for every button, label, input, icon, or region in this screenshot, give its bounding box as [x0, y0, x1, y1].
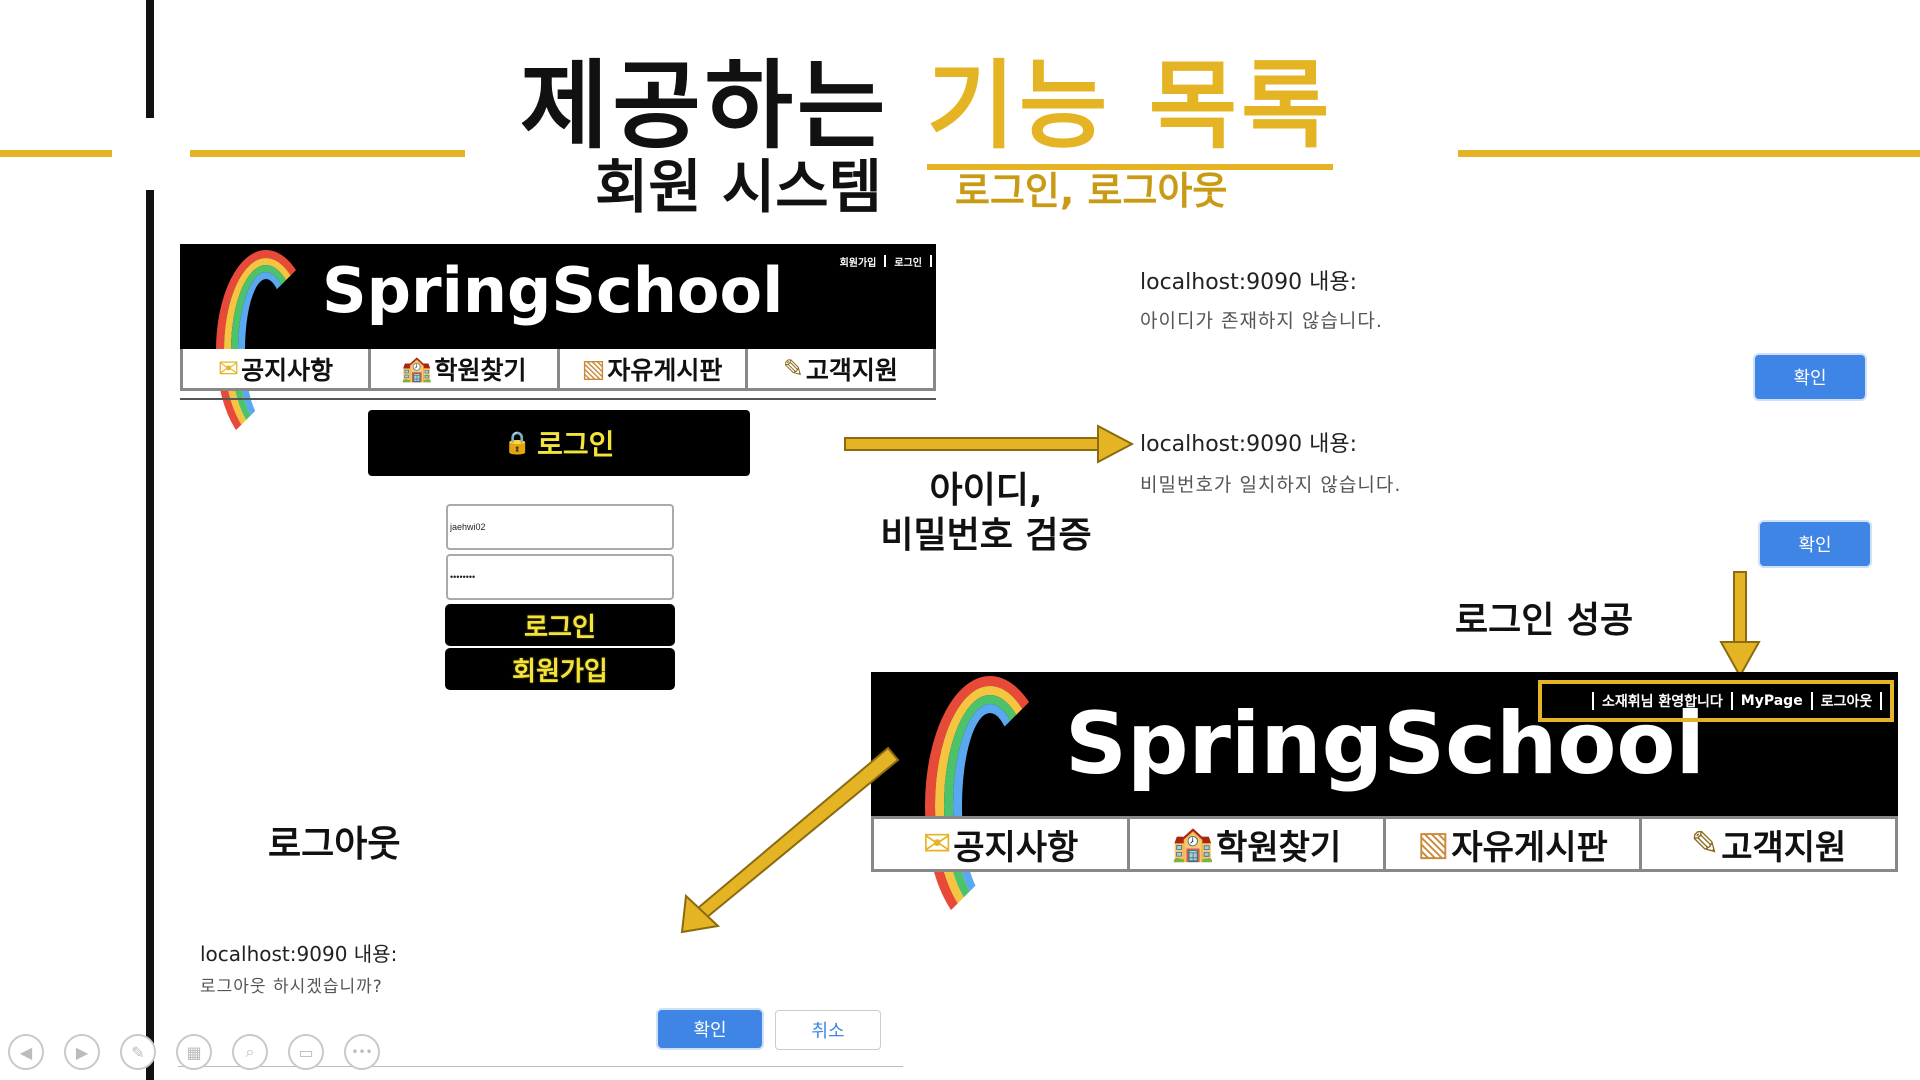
nav-underline-small [180, 398, 936, 400]
more-icon[interactable]: ••• [344, 1034, 380, 1070]
left-vertical-rule-bottom [146, 190, 154, 1080]
dialog-logout-cancel-button[interactable]: 취소 [775, 1010, 881, 1050]
envelope-icon: ✉ [218, 354, 240, 383]
nav-notice-large[interactable]: ✉ 공지사항 [874, 819, 1130, 869]
password-input[interactable] [446, 554, 674, 600]
support-icon: ✎ [1690, 824, 1720, 864]
lock-icon: 🔒 [503, 430, 532, 456]
dialog-bad-pw-message: 비밀번호가 일치하지 않습니다. [1140, 474, 1402, 496]
arrow-to-verify [844, 424, 1135, 464]
nav-notice[interactable]: ✉ 공지사항 [183, 349, 372, 388]
verify-label-line1: 아이디, [929, 470, 1043, 511]
nav-support[interactable]: ✎ 고객지원 [748, 349, 933, 388]
support-icon: ✎ [782, 354, 804, 383]
dialog-no-id-message: 아이디가 존재하지 않습니다. [1140, 310, 1383, 332]
id-input[interactable] [446, 504, 674, 550]
dialog-logout-ok-button[interactable]: 확인 [658, 1010, 762, 1048]
welcome-text: 소재휘님 환영합니다 [1602, 694, 1723, 710]
dialog-logout-message: 로그아웃 하시겠습니까? [200, 977, 383, 997]
dialog-no-id-ok-button[interactable]: 확인 [1755, 355, 1865, 399]
horizontal-rule-left-a [0, 150, 112, 157]
zoom-icon[interactable]: ⌕ [232, 1034, 268, 1070]
rainbow-logo-icon-large [925, 676, 1055, 936]
login-link[interactable]: 로그인 [894, 254, 922, 269]
signup-link[interactable]: 회원가입 [840, 254, 877, 269]
top-links-small: 회원가입 로그인 [840, 254, 932, 269]
mypage-link[interactable]: MyPage [1741, 693, 1803, 709]
player-controls: ◀ ▶ ✎ ▦ ⌕ ▭ ••• [8, 1034, 380, 1070]
dialog-logout-origin: localhost:9090 내용: [200, 942, 398, 966]
slide-title-accent: 기능 목록 [926, 50, 1334, 170]
rainbow-logo-icon [216, 250, 316, 450]
nav-find-academy-large[interactable]: 🏫 학원찾기 [1130, 819, 1386, 869]
logout-link[interactable]: 로그아웃 [1821, 691, 1873, 711]
envelope-icon: ✉ [922, 824, 952, 864]
verify-label-line2: 비밀번호 검증 [880, 515, 1092, 556]
board-icon: ▧ [581, 354, 606, 383]
nav-bar-small: ✉ 공지사항 🏫 학원찾기 ▧ 자유게시판 ✎ 고객지원 [180, 349, 936, 391]
board-icon: ▧ [1417, 824, 1450, 864]
nav-free-board-large[interactable]: ▧ 자유게시판 [1386, 819, 1642, 869]
top-links-large: 소재휘님 환영합니다 MyPage 로그아웃 [1592, 690, 1890, 712]
horizontal-rule-left-b [190, 150, 465, 157]
pen-icon[interactable]: ✎ [120, 1034, 156, 1070]
subtitles-icon[interactable]: ▭ [288, 1034, 324, 1070]
slide-subtitle-note: 로그인, 로그아웃 [955, 169, 1228, 213]
horizontal-rule-right [1458, 150, 1920, 157]
dialog-bad-pw-origin: localhost:9090 내용: [1140, 432, 1358, 457]
nav-find-academy[interactable]: 🏫 학원찾기 [371, 349, 560, 388]
arrow-to-login-success [1719, 571, 1761, 679]
login-button[interactable]: 로그인 [445, 604, 675, 646]
prev-icon[interactable]: ◀ [8, 1034, 44, 1070]
site-header-small: SpringSchool 회원가입 로그인 [180, 244, 936, 450]
school-icon: 🏫 [401, 353, 433, 383]
left-vertical-rule-top [146, 0, 154, 118]
nav-bar-large: ✉ 공지사항 🏫 학원찾기 ▧ 자유게시판 ✎ 고객지원 [871, 816, 1898, 872]
arrow-to-logout [680, 746, 900, 934]
nav-free-board[interactable]: ▧ 자유게시판 [560, 349, 748, 388]
slide-subtitle: 회원 시스템 [595, 153, 882, 221]
slides-icon[interactable]: ▦ [176, 1034, 212, 1070]
login-banner: 🔒 로그인 [368, 410, 750, 476]
school-icon: 🏫 [1171, 824, 1215, 864]
signup-button[interactable]: 회원가입 [445, 648, 675, 690]
login-success-label: 로그인 성공 [1455, 600, 1634, 641]
nav-support-large[interactable]: ✎ 고객지원 [1642, 819, 1895, 869]
dialog-bad-pw-ok-button[interactable]: 확인 [1760, 522, 1870, 566]
dialog-no-id-origin: localhost:9090 내용: [1140, 270, 1358, 295]
verify-label: 아이디, 비밀번호 검증 [866, 468, 1106, 558]
next-icon[interactable]: ▶ [64, 1034, 100, 1070]
logout-label: 로그아웃 [268, 824, 401, 865]
site-logo-text[interactable]: SpringSchool [322, 254, 783, 327]
login-banner-label: 로그인 [537, 428, 615, 461]
